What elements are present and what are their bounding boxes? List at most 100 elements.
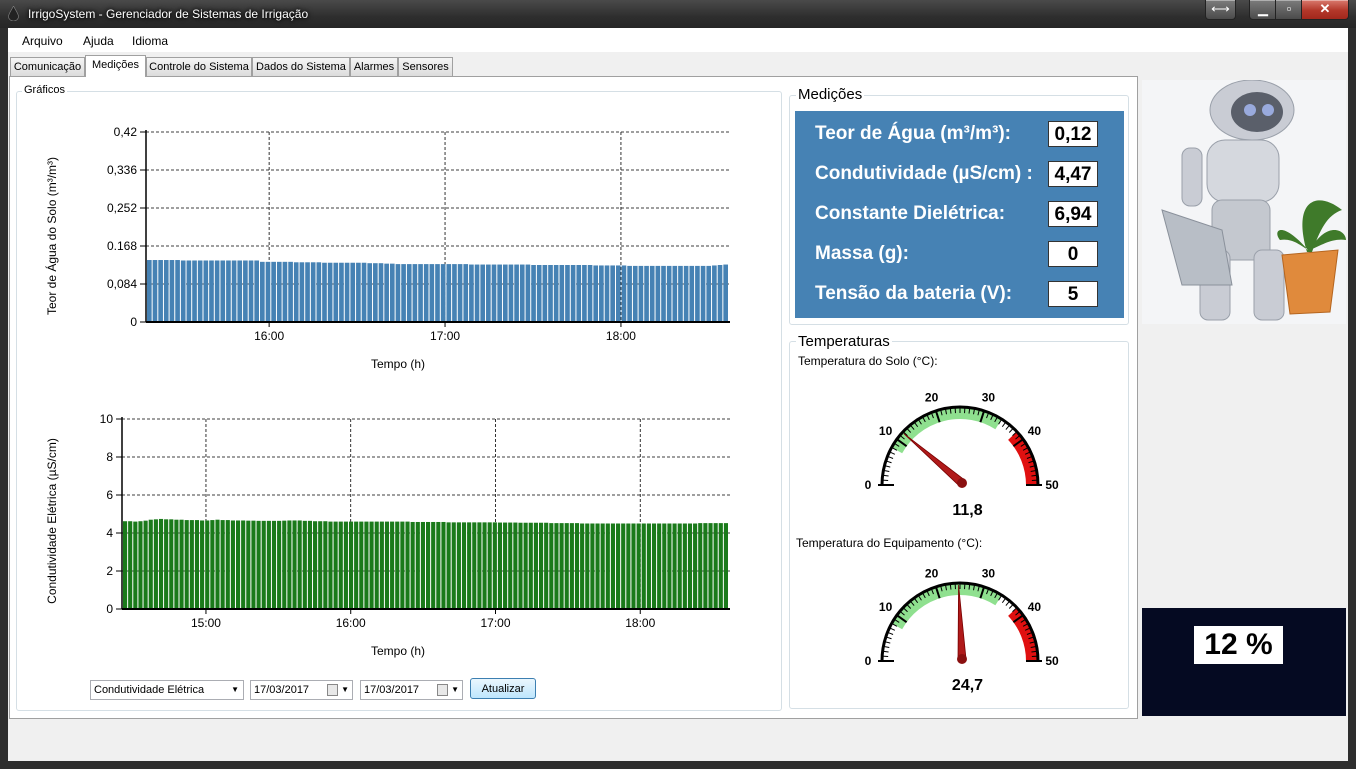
data-bar: [356, 262, 361, 322]
data-bar: [143, 520, 148, 609]
data-bar: [569, 523, 574, 609]
tab-dados-do-sistema[interactable]: Dados do Sistema: [252, 57, 350, 76]
data-bar: [277, 520, 282, 609]
x-tick-label: 17:00: [430, 329, 460, 343]
update-button[interactable]: Atualizar: [470, 678, 536, 699]
resize-arrows-button[interactable]: ⟷: [1205, 0, 1236, 20]
close-icon: ✕: [1319, 1, 1331, 16]
data-bar: [585, 523, 590, 609]
dielectric-value: 6,94: [1048, 201, 1098, 227]
data-bar: [271, 520, 277, 609]
data-bar: [554, 523, 559, 609]
data-bar: [610, 265, 615, 322]
data-bar: [327, 262, 333, 322]
data-bar: [538, 522, 544, 609]
data-bar: [158, 518, 164, 609]
data-bar: [328, 521, 333, 609]
water-content-value: 0,12: [1048, 121, 1098, 147]
close-button[interactable]: ✕: [1301, 0, 1349, 20]
data-bar: [214, 260, 220, 322]
data-bar: [158, 260, 163, 322]
data-bar: [457, 264, 463, 322]
data-bar: [153, 519, 158, 609]
data-bar: [698, 523, 703, 609]
calendar-icon[interactable]: [437, 684, 448, 696]
data-bar: [361, 262, 367, 322]
data-bar: [210, 520, 215, 609]
tab-comunicacao[interactable]: Comunicação: [10, 57, 85, 76]
y-tick-label: 0: [130, 315, 137, 329]
data-bar: [646, 523, 651, 609]
data-bar: [503, 522, 508, 609]
equipment-temp-value: 24,7: [951, 677, 984, 694]
data-bar: [723, 523, 728, 609]
double-arrow-icon: ⟷: [1211, 1, 1230, 16]
calendar-icon[interactable]: [327, 684, 338, 696]
date-from-picker[interactable]: 17/03/2017 ▼: [250, 680, 353, 700]
data-bar: [525, 264, 531, 322]
data-bar: [359, 521, 364, 609]
data-bar: [220, 260, 226, 322]
data-bar: [266, 520, 271, 609]
data-bar: [590, 523, 595, 609]
data-bar: [564, 523, 569, 609]
tab-controle-do-sistema[interactable]: Controle do Sistema: [146, 57, 252, 76]
y-tick-label: 2: [106, 564, 113, 578]
data-bar: [518, 522, 523, 609]
data-bar: [615, 265, 621, 322]
data-bar: [435, 264, 440, 322]
data-bar: [632, 265, 638, 322]
data-bar: [194, 520, 200, 609]
data-bar: [282, 520, 287, 609]
data-bar: [197, 260, 203, 322]
data-bar: [333, 262, 339, 322]
data-bar: [519, 264, 525, 322]
data-bar: [354, 521, 359, 609]
menu-idioma[interactable]: Idioma: [132, 34, 168, 48]
minimize-button[interactable]: ▁: [1249, 0, 1277, 20]
data-bar: [523, 522, 528, 609]
menu-arquivo[interactable]: Arquivo: [22, 34, 63, 48]
data-bar: [138, 521, 143, 609]
data-bar: [374, 521, 379, 609]
data-bar: [265, 261, 271, 322]
data-bar: [441, 521, 446, 609]
data-bar: [148, 519, 153, 609]
tab-alarmes[interactable]: Alarmes: [350, 57, 398, 76]
data-bar: [708, 523, 713, 609]
data-bar: [260, 261, 265, 322]
gauge-needle: [903, 433, 966, 487]
data-bar: [163, 260, 169, 322]
data-bar: [482, 522, 487, 609]
data-bar: [469, 264, 474, 322]
x-tick-label: 16:00: [254, 329, 284, 343]
data-bar: [152, 260, 158, 322]
data-bar: [451, 522, 456, 609]
data-bar: [220, 520, 225, 609]
data-bar: [169, 519, 174, 609]
data-bar: [718, 523, 723, 609]
data-bar: [373, 263, 378, 322]
date-to-picker[interactable]: 17/03/2017 ▼: [360, 680, 463, 700]
x-tick-label: 18:00: [625, 616, 655, 630]
gauge-red-band: [1007, 431, 1038, 486]
data-bar: [179, 519, 184, 609]
data-bar: [542, 265, 548, 322]
data-bar: [431, 521, 436, 609]
gauge-tick-label: 0: [865, 478, 872, 492]
data-bar: [350, 262, 356, 322]
data-bar: [689, 265, 695, 322]
tab-sensores[interactable]: Sensores: [398, 57, 453, 76]
gauge-tick-label: 10: [879, 424, 893, 438]
maximize-button[interactable]: ▫: [1275, 0, 1303, 20]
data-bar: [610, 523, 616, 609]
tab-medicoes[interactable]: Medições: [85, 55, 146, 77]
battery-voltage-value: 5: [1048, 281, 1098, 307]
measure-select[interactable]: Condutividade Elétrica ▼: [90, 680, 244, 700]
data-bar: [636, 523, 641, 609]
water-content-label: Teor de Água (m³/m³):: [815, 123, 1011, 144]
gauge-tick-label: 30: [982, 567, 996, 581]
data-bar: [531, 265, 536, 322]
data-bar: [299, 262, 305, 322]
menu-ajuda[interactable]: Ajuda: [83, 34, 114, 48]
